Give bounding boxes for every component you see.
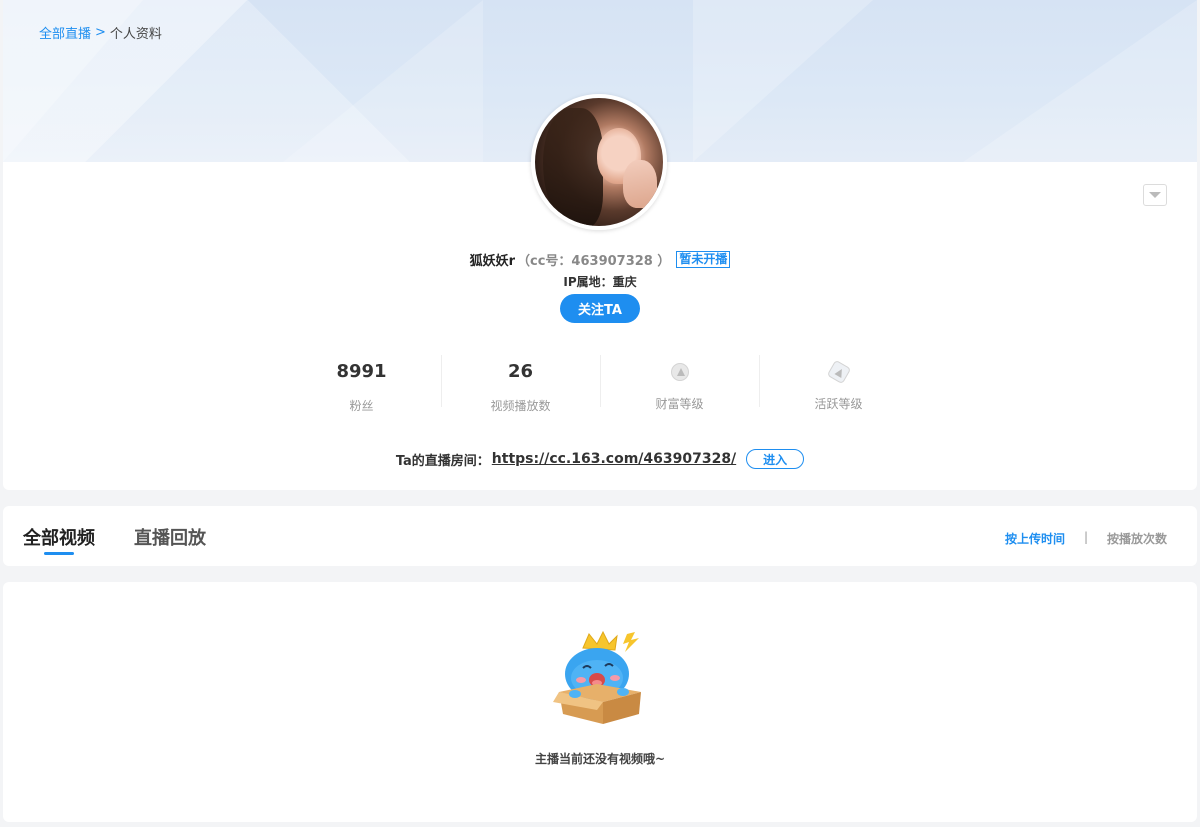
stat-value: 8991 bbox=[336, 361, 387, 382]
sort-by-play-count[interactable]: 按播放次数 bbox=[1107, 530, 1167, 547]
live-room-link[interactable]: https://cc.163.com/463907328/ bbox=[492, 451, 736, 467]
banner-pattern bbox=[283, 0, 483, 162]
profile-name-line: 狐妖妖r （cc号：463907328 ） 暂未开播 bbox=[0, 250, 1200, 269]
stat-label: 粉丝 bbox=[349, 399, 374, 413]
live-status-badge: 暂未开播 bbox=[676, 251, 731, 268]
stat-activity-level[interactable]: 活跃等级 bbox=[759, 355, 918, 411]
stat-value: 26 bbox=[507, 361, 534, 382]
video-tabs-bar: 全部视频 直播回放 按上传时间 | 按播放次数 bbox=[3, 506, 1197, 566]
banner-pattern bbox=[963, 0, 1197, 162]
live-room-line: Ta的直播房间： https://cc.163.com/463907328/ 进… bbox=[0, 449, 1200, 469]
enter-room-button[interactable]: 进入 bbox=[746, 449, 805, 469]
breadcrumb-all-live-link[interactable]: 全部直播 bbox=[39, 23, 91, 42]
breadcrumb-separator: > bbox=[95, 25, 106, 40]
sort-separator: | bbox=[1084, 530, 1089, 544]
empty-mascot-icon bbox=[553, 630, 641, 724]
wealth-level-icon bbox=[670, 363, 689, 381]
stat-video-plays: 26 视频播放数 bbox=[441, 355, 600, 413]
active-tab-indicator bbox=[44, 552, 74, 555]
cc-id: （cc号：463907328 ） bbox=[517, 254, 671, 269]
sort-by-upload-time[interactable]: 按上传时间 bbox=[1005, 530, 1065, 547]
follow-button[interactable]: 关注TA bbox=[560, 294, 640, 323]
avatar bbox=[531, 94, 667, 230]
ip-location: IP属地：重庆 bbox=[563, 275, 637, 289]
activity-level-icon bbox=[826, 359, 851, 385]
more-options-button[interactable] bbox=[1143, 184, 1167, 206]
tab-all-videos[interactable]: 全部视频 bbox=[23, 524, 95, 550]
tab-live-replay[interactable]: 直播回放 bbox=[134, 524, 206, 550]
banner-pattern bbox=[693, 0, 873, 162]
breadcrumb: 全部直播 > 个人资料 bbox=[39, 23, 162, 42]
stat-wealth-level[interactable]: 财富等级 bbox=[600, 355, 759, 411]
stats-row: 8991 粉丝 26 视频播放数 财富等级 活跃等级 bbox=[282, 355, 918, 413]
stat-label: 财富等级 bbox=[655, 397, 704, 411]
breadcrumb-current: 个人资料 bbox=[109, 27, 162, 42]
empty-videos-message: 主播当前还没有视频哦~ bbox=[534, 752, 666, 766]
live-room-label: Ta的直播房间： bbox=[395, 453, 490, 469]
username: 狐妖妖r bbox=[469, 254, 516, 269]
avatar-hair bbox=[543, 108, 603, 226]
stat-fans: 8991 粉丝 bbox=[282, 355, 441, 413]
avatar-hand bbox=[623, 160, 657, 208]
stat-label: 活跃等级 bbox=[814, 397, 863, 411]
stat-label: 视频播放数 bbox=[490, 399, 551, 413]
chevron-down-icon bbox=[1149, 192, 1161, 198]
